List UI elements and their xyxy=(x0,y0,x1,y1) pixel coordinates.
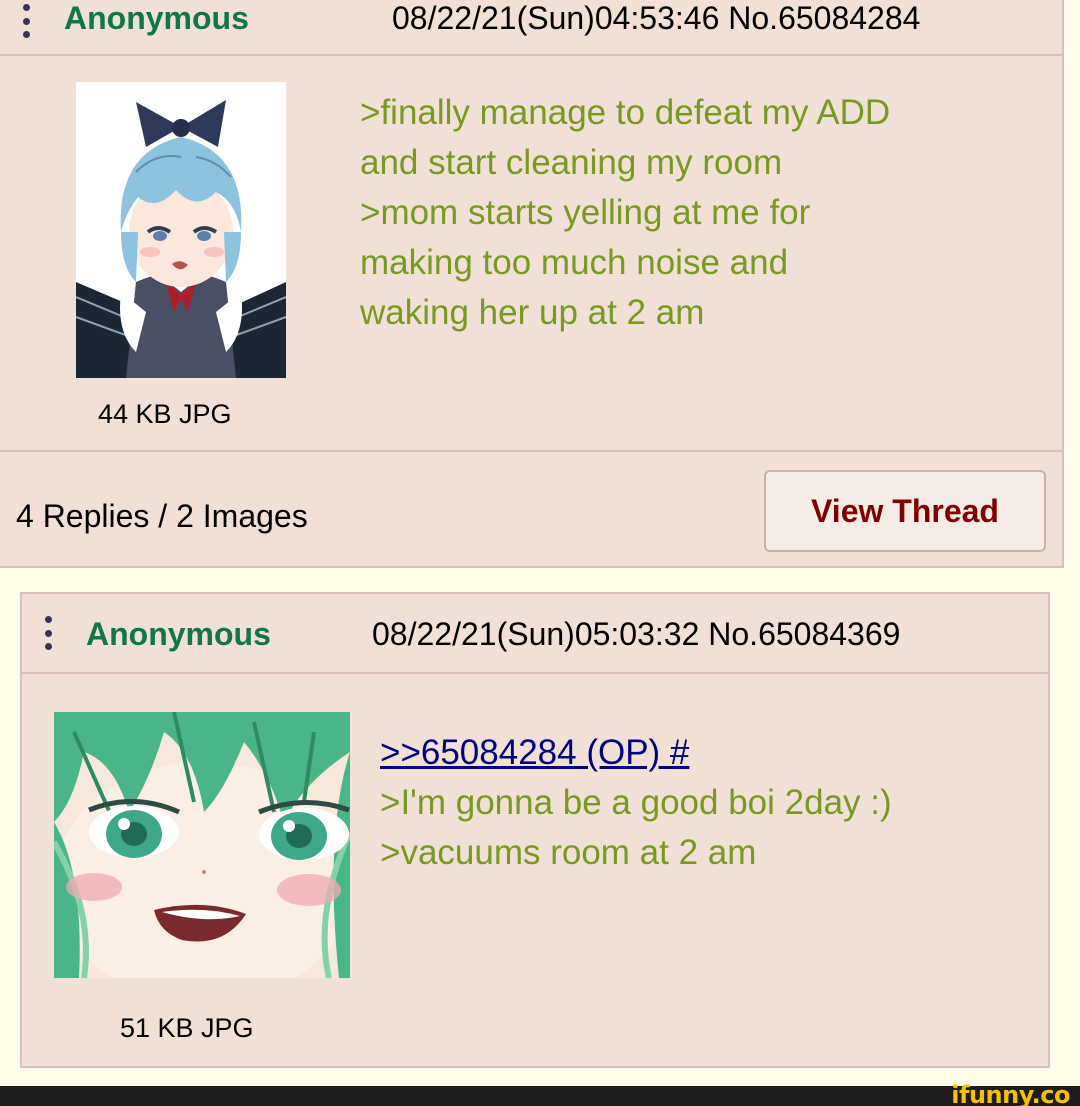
op-post-body: >finally manage to defeat my ADD and sta… xyxy=(360,88,890,338)
reply-text-line: >vacuums room at 2 am xyxy=(380,833,757,872)
reply-post-header: Anonymous 08/22/21(Sun)05:03:32 No.65084… xyxy=(22,594,1048,674)
ifunny-watermark-logo: ifunny.co xyxy=(951,1081,1070,1106)
reply-dateline: 08/22/21(Sun)05:03:32 No.65084369 xyxy=(372,614,900,654)
op-text-line: and start cleaning my room xyxy=(360,143,783,182)
op-file-info: 44 KB JPG xyxy=(98,399,232,429)
bottom-bar: ifunny.co xyxy=(0,1082,1080,1106)
post-menu-icon[interactable] xyxy=(22,4,30,38)
op-text-line: >mom starts yelling at me for xyxy=(360,193,811,232)
reply-post-number[interactable]: No.65084369 xyxy=(708,616,900,652)
op-text-line: waking her up at 2 am xyxy=(360,293,705,332)
reply-thumbnail-illustration xyxy=(54,712,350,978)
reply-image-count: 4 Replies / 2 Images xyxy=(16,498,308,534)
op-text-line: making too much noise and xyxy=(360,243,789,282)
reply-file-info: 51 KB JPG xyxy=(120,1013,254,1043)
op-thumbnail[interactable] xyxy=(76,82,286,378)
op-post-header: Anonymous 08/22/21(Sun)04:53:46 No.65084… xyxy=(0,0,1062,56)
reply-thumbnail[interactable] xyxy=(54,712,350,978)
page: Anonymous 08/22/21(Sun)04:53:46 No.65084… xyxy=(0,0,1080,1106)
op-poster-name: Anonymous xyxy=(64,0,249,36)
op-footer: 4 Replies / 2 Images View Thread xyxy=(0,450,1062,566)
reply-post: Anonymous 08/22/21(Sun)05:03:32 No.65084… xyxy=(20,592,1050,1068)
reply-post-body: >>65084284 (OP) # >I'm gonna be a good b… xyxy=(380,728,892,878)
reply-text-line: >I'm gonna be a good boi 2day :) xyxy=(380,783,892,822)
quote-link[interactable]: >>65084284 (OP) # xyxy=(380,728,892,778)
op-datetime: 08/22/21(Sun)04:53:46 xyxy=(392,0,720,36)
op-text-line: >finally manage to defeat my ADD xyxy=(360,93,891,132)
op-dateline: 08/22/21(Sun)04:53:46 No.65084284 xyxy=(392,0,920,38)
op-post-number[interactable]: No.65084284 xyxy=(728,0,920,36)
post-menu-icon[interactable] xyxy=(44,616,52,650)
reply-datetime: 08/22/21(Sun)05:03:32 xyxy=(372,616,700,652)
op-post: Anonymous 08/22/21(Sun)04:53:46 No.65084… xyxy=(0,0,1064,568)
view-thread-button[interactable]: View Thread xyxy=(764,470,1046,552)
reply-poster-name: Anonymous xyxy=(86,616,271,652)
op-thumbnail-illustration xyxy=(76,82,286,378)
